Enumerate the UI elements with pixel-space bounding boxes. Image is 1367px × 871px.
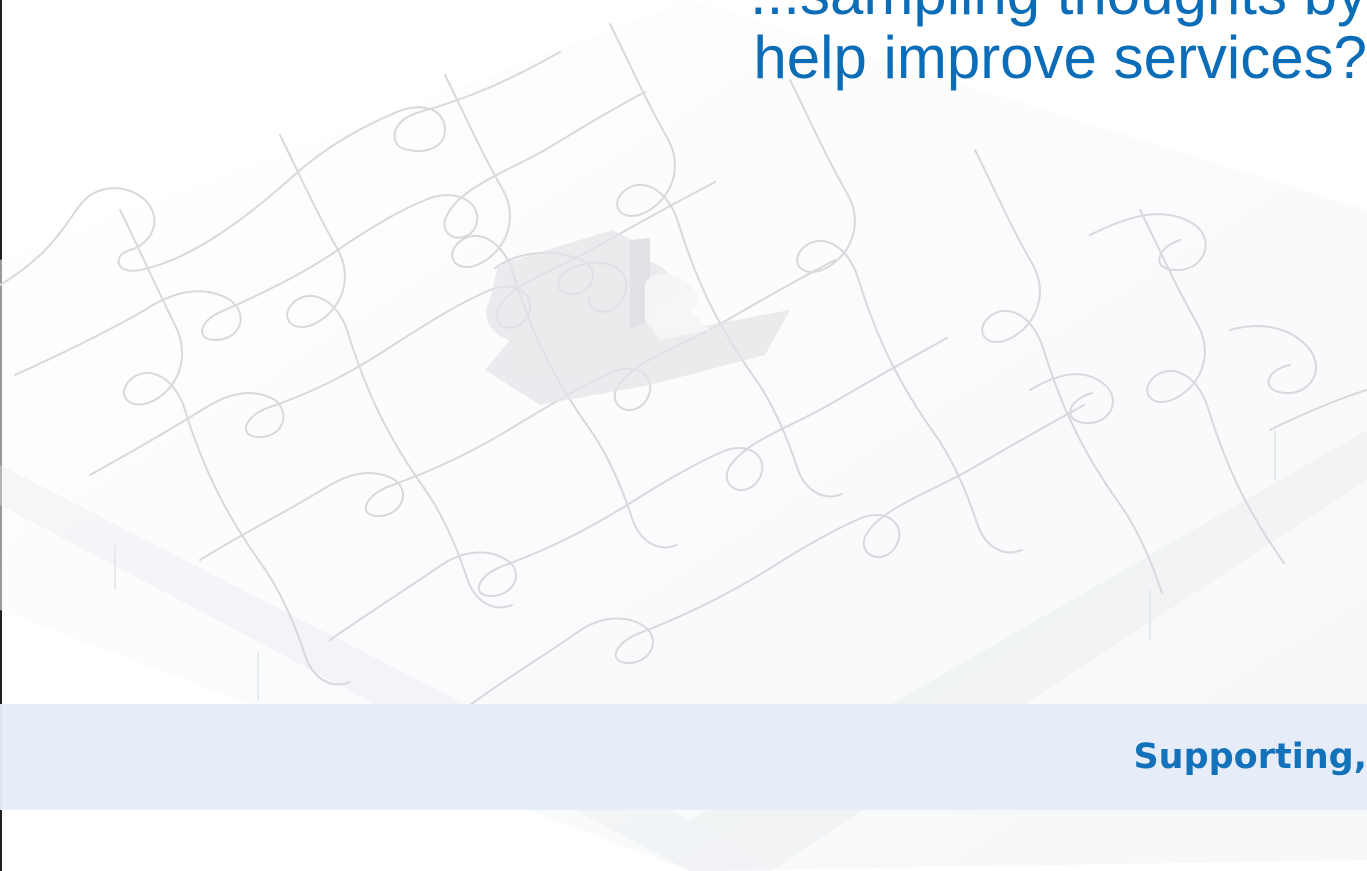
title-line-2: help improve services? bbox=[753, 24, 1367, 92]
tagline-text: Supporting, bbox=[1133, 737, 1367, 777]
slide: ...sampling thoughts by help improve ser… bbox=[0, 0, 1367, 871]
title-line-1: ...sampling thoughts by bbox=[367, 0, 1367, 26]
slide-title: ...sampling thoughts by help improve ser… bbox=[367, 0, 1367, 90]
tagline-band: Supporting, bbox=[0, 704, 1367, 810]
